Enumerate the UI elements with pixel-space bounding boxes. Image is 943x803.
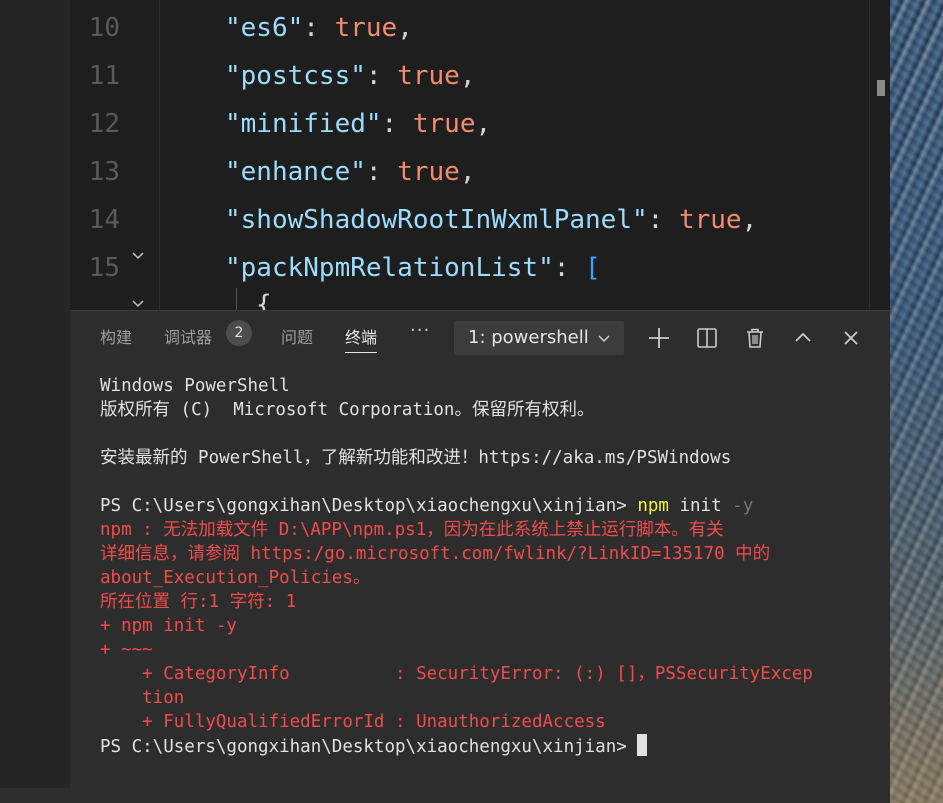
json-boolean: true <box>412 109 476 139</box>
code-editor[interactable]: 10 11 12 13 14 15 "es6": true, "postcss"… <box>70 0 890 310</box>
active-tab-indicator <box>345 352 378 353</box>
terminal-error-line: npm : 无法加载文件 D:\APP\npm.ps1，因为在此系统上禁止运行脚… <box>100 520 724 540</box>
fold-chevron-icon[interactable] <box>130 248 146 264</box>
terminal-error-line: + FullyQualifiedErrorId : UnauthorizedAc… <box>100 712 606 732</box>
terminal-error-line: 详细信息，请参阅 https:/go.microsoft.com/fwlink/… <box>100 544 771 564</box>
terminal-prompt: PS C:\Users\gongxihan\Desktop\xiaochengx… <box>100 496 638 516</box>
line-number: 11 <box>88 61 120 91</box>
more-actions-icon[interactable]: ··· <box>410 320 430 341</box>
code-lines: "es6": true, "postcss": true, "minified"… <box>225 0 757 310</box>
terminal-line: 安装最新的 PowerShell，了解新功能和改进！https://aka.ms… <box>100 448 732 468</box>
json-boolean: true <box>397 61 460 91</box>
line-number: 13 <box>88 157 120 187</box>
json-comma: , <box>397 13 413 43</box>
indent-guide <box>236 288 237 310</box>
terminal-command-flag: -y <box>732 496 754 516</box>
json-comma: , <box>741 205 758 235</box>
terminal-select-value: 1: powershell <box>468 327 589 348</box>
line-number-partial <box>70 292 120 310</box>
editor-overview-ruler-edge <box>869 0 870 310</box>
debugger-count-badge: 2 <box>226 320 252 346</box>
json-comma: , <box>475 109 492 139</box>
close-panel-icon[interactable] <box>838 325 864 351</box>
json-comma: , <box>459 61 476 91</box>
line-number: 10 <box>88 13 120 43</box>
new-terminal-plus-icon[interactable] <box>646 325 672 351</box>
json-comma: , <box>459 157 476 187</box>
json-key: "packNpmRelationList" <box>225 253 554 283</box>
activity-bar <box>0 0 70 803</box>
panel-tab-bar: 构建 调试器 2 问题 终端 ··· 1: powershell <box>70 310 890 366</box>
json-colon: : <box>553 253 586 283</box>
json-colon: : <box>365 157 398 187</box>
split-terminal-icon[interactable] <box>694 325 720 351</box>
terminal-command-npm: npm <box>637 496 669 516</box>
maximize-panel-chevron-up-icon[interactable] <box>790 325 816 351</box>
json-boolean: true <box>678 205 742 235</box>
json-colon: : <box>303 13 335 43</box>
json-bracket: [ <box>585 253 601 283</box>
json-colon: : <box>647 205 679 235</box>
tab-problems[interactable]: 问题 <box>281 324 313 348</box>
terminal-error-line: about_Execution_Policies。 <box>100 568 371 588</box>
code-line: "minified": true, <box>225 100 491 148</box>
terminal-error-line: 所在位置 行:1 字符: 1 <box>100 592 297 612</box>
json-key: "postcss" <box>225 61 366 91</box>
json-key: "enhance" <box>225 157 366 187</box>
json-key: "showShadowRootInWxmlPanel" <box>225 205 648 235</box>
fold-chevron-icon[interactable] <box>130 296 146 310</box>
gutter-divider <box>159 0 160 310</box>
code-line: "packNpmRelationList": [ <box>225 244 601 292</box>
terminal-select-dropdown[interactable]: 1: powershell <box>454 321 624 355</box>
bottom-panel: 构建 调试器 2 问题 终端 ··· 1: powershell Windows… <box>70 310 890 803</box>
json-key: "es6" <box>225 13 304 43</box>
terminal-cursor <box>637 734 648 756</box>
code-line: "showShadowRootInWxmlPanel": true, <box>225 196 757 244</box>
json-boolean: true <box>334 13 398 43</box>
tab-build[interactable]: 构建 <box>100 324 132 348</box>
terminal-error-line: tion <box>100 688 185 708</box>
terminal-line: 版权所有 (C) Microsoft Corporation。保留所有权利。 <box>100 400 595 420</box>
tab-debugger[interactable]: 调试器 <box>164 324 212 348</box>
terminal-command-line: PS C:\Users\gongxihan\Desktop\xiaochengx… <box>100 494 753 518</box>
desktop-wallpaper-texture <box>890 0 943 803</box>
json-key: "minified" <box>225 109 382 139</box>
editor-scrollbar-thumb[interactable] <box>877 80 885 96</box>
line-number-gutter: 10 11 12 13 14 15 <box>70 0 160 310</box>
json-brace-partial: { <box>256 290 272 310</box>
terminal-error-line: + CategoryInfo : SecurityError: (:) []，P… <box>100 664 813 684</box>
json-colon: : <box>381 109 413 139</box>
activity-bar-bottom <box>0 788 70 803</box>
line-number: 14 <box>88 205 120 235</box>
tab-terminal[interactable]: 终端 <box>345 324 378 353</box>
terminal-prompt: PS C:\Users\gongxihan\Desktop\xiaochengx… <box>100 737 638 757</box>
tab-terminal-label: 终端 <box>345 328 378 347</box>
terminal-error-line: + ~~~ <box>100 640 153 660</box>
code-line: "postcss": true, <box>225 52 475 100</box>
line-number: 12 <box>88 109 120 139</box>
json-colon: : <box>365 61 398 91</box>
json-boolean: true <box>397 157 460 187</box>
terminal-error-line: + npm init -y <box>100 616 237 636</box>
terminal-output[interactable]: Windows PowerShell 版权所有 (C) Microsoft Co… <box>100 374 813 758</box>
chevron-down-icon <box>596 331 612 347</box>
line-number: 15 <box>88 253 120 283</box>
terminal-line: Windows PowerShell <box>100 376 290 396</box>
terminal-prompt-line: PS C:\Users\gongxihan\Desktop\xiaochengx… <box>100 734 648 759</box>
terminal-command-args: init <box>668 496 733 516</box>
trash-icon[interactable] <box>742 325 768 351</box>
code-line: "enhance": true, <box>225 148 475 196</box>
code-line: "es6": true, <box>225 4 413 52</box>
